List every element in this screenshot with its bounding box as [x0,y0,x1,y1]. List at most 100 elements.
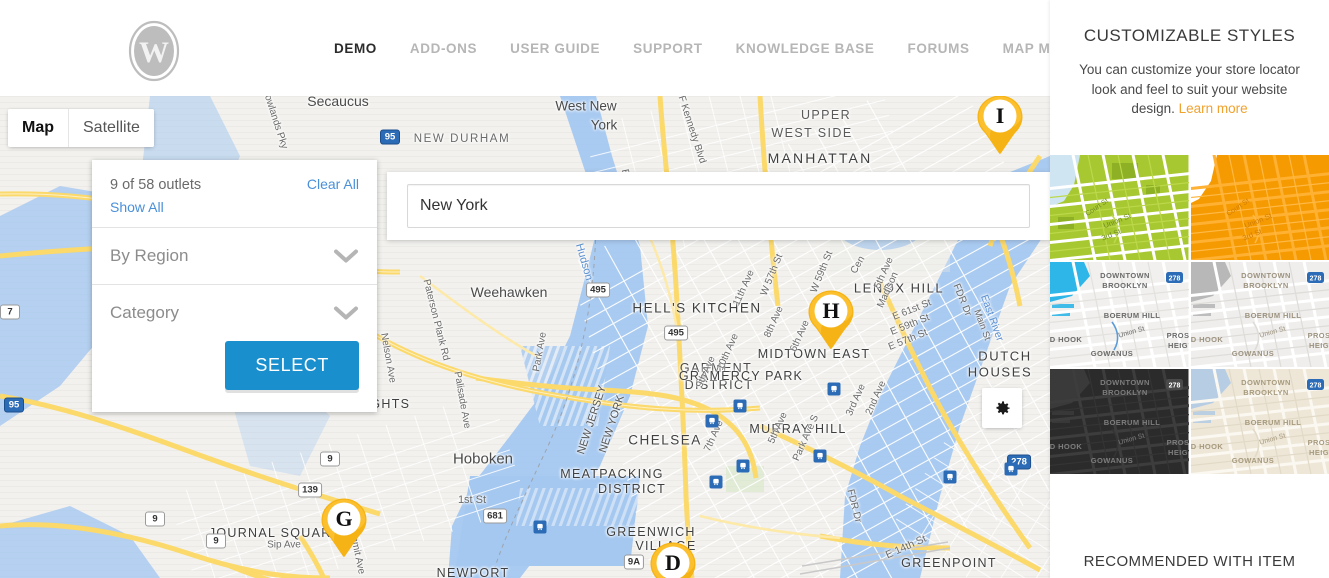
style-thumb-sepia[interactable]: DOWNTOWN BROOKLYN BOERUM HILL GOWANUS D HOOK… [1190,369,1329,474]
svg-text:BROOKLYN: BROOKLYN [1102,281,1147,290]
road-shield: 95 [380,129,400,145]
transit-station-icon [827,382,841,396]
promo-title: CUSTOMIZABLE STYLES [1083,26,1296,45]
road-shield: 9A [623,554,645,570]
show-all-link[interactable]: Show All [110,199,359,215]
map-marker-label: I [995,103,1005,128]
style-thumb-green[interactable]: Court St Union St 3rd St [1050,155,1189,260]
map-marker-i[interactable]: I [976,96,1024,156]
svg-text:PROS: PROS [1307,438,1329,447]
svg-text:BOERUM HILL: BOERUM HILL [1104,311,1160,320]
svg-text:PROS: PROS [1307,331,1329,340]
filter-section-category[interactable]: Category [92,284,377,341]
map-marker-h[interactable]: H [807,289,855,351]
site-logo[interactable]: W [128,20,182,86]
road-shield: 95 [4,397,24,413]
svg-text:DOWNTOWN: DOWNTOWN [1100,378,1150,387]
transit-station-icon [736,459,750,473]
svg-text:W: W [139,36,169,69]
svg-text:D HOOK: D HOOK [1191,442,1223,451]
chevron-down-icon [334,306,358,320]
svg-text:BROOKLYN: BROOKLYN [1243,281,1288,290]
transit-station-icon [709,475,723,489]
transit-station-icon [533,520,547,534]
map-marker-label: G [335,506,353,531]
svg-text:HEIG: HEIG [1309,341,1329,350]
filter-section-label: By Region [110,246,189,265]
svg-text:HEIG: HEIG [1168,341,1188,350]
side-promo-panel: CUSTOMIZABLE STYLES You can customize yo… [1050,0,1329,578]
map-marker-label: D [665,550,681,575]
map-settings-button[interactable] [982,388,1022,428]
svg-text:BROOKLYN: BROOKLYN [1243,388,1288,397]
style-thumb-light[interactable]: DOWNTOWN BROOKLYN BOERUM HILL GOWANUS D HOOK… [1050,262,1189,367]
site-header: W DEMO ADD-ONS USER GUIDE SUPPORT KNOWLEDGE … [0,0,1081,96]
svg-text:278: 278 [1169,383,1181,390]
transit-station-icon [813,449,827,463]
svg-text:BOERUM HILL: BOERUM HILL [1244,418,1300,427]
nav-item-forums[interactable]: FORUMS [908,41,1003,56]
svg-text:278: 278 [1309,276,1321,283]
map-type-control[interactable]: Map Satellite [8,109,154,147]
transit-station-icon [1004,462,1018,476]
svg-text:D HOOK: D HOOK [1050,335,1082,344]
outlet-count-label: 9 of 58 outlets [110,177,202,193]
nav-item-user-guide[interactable]: USER GUIDE [510,41,633,56]
screen-root: Secaucus NEW DURHAM West New York UPPER WEST … [0,0,1329,578]
nav-item-demo[interactable]: DEMO [334,41,410,56]
svg-text:278: 278 [1169,276,1181,283]
svg-text:D HOOK: D HOOK [1191,335,1223,344]
nav-item-add-ons[interactable]: ADD-ONS [410,41,510,56]
svg-text:BROOKLYN: BROOKLYN [1102,388,1147,397]
transit-station-icon [943,470,957,484]
recommended-title: RECOMMENDED WITH ITEM [1083,553,1296,570]
map-marker-d[interactable]: D [649,541,697,578]
nav-item-knowledge-base[interactable]: KNOWLEDGE BASE [736,41,908,56]
gear-icon [995,400,1010,414]
svg-text:GOWANUS: GOWANUS [1091,349,1133,358]
nav-item-support[interactable]: SUPPORT [633,41,735,56]
filter-panel: 9 of 58 outlets Clear All Show All By Re… [92,160,377,412]
map-marker-g[interactable]: G [320,497,368,559]
learn-more-link[interactable]: Learn more [1179,101,1248,116]
svg-text:278: 278 [1309,383,1321,390]
transit-station-icon [705,414,719,428]
style-thumb-gray[interactable]: DOWNTOWN BROOKLYN BOERUM HILL GOWANUS D HOOK… [1190,262,1329,367]
chevron-down-icon [334,249,358,263]
svg-text:BOERUM HILL: BOERUM HILL [1244,311,1300,320]
map-marker-label: H [822,298,840,323]
clear-all-link[interactable]: Clear All [307,176,359,192]
road-shield: 681 [483,508,507,524]
svg-text:GOWANUS: GOWANUS [1091,456,1133,465]
road-shield: 495 [664,325,688,341]
svg-text:HEIG: HEIG [1168,448,1188,457]
style-thumb-dark[interactable]: DOWNTOWN BROOKLYN BOERUM HILL GOWANUS D HOOK… [1050,369,1189,474]
wordpress-logo-icon: W [128,20,180,82]
road-shield: 9 [320,451,340,467]
filter-panel-summary: 9 of 58 outlets Clear All Show All [92,160,377,227]
svg-text:D HOOK: D HOOK [1050,442,1082,451]
svg-text:PROS: PROS [1167,331,1189,340]
svg-text:GOWANUS: GOWANUS [1231,349,1273,358]
filter-section-by-region[interactable]: By Region [92,227,377,284]
style-thumbnail-grid[interactable]: Court St Union St 3rd St Court St Union St 3r… [1050,155,1329,474]
main-navigation[interactable]: DEMO ADD-ONS USER GUIDE SUPPORT KNOWLEDGE BA… [334,0,1114,96]
filter-panel-actions: SELECT [92,341,377,412]
map-type-button-map[interactable]: Map [8,109,68,147]
filter-section-label: Category [110,303,179,322]
map-type-button-satellite[interactable]: Satellite [68,109,154,147]
road-shield: 7 [0,304,20,320]
search-input[interactable] [407,184,1030,228]
road-shield: 9 [145,511,165,527]
svg-text:DOWNTOWN: DOWNTOWN [1100,271,1150,280]
svg-text:DOWNTOWN: DOWNTOWN [1241,271,1291,280]
select-button[interactable]: SELECT [225,341,359,390]
road-shield: 495 [586,282,610,298]
svg-text:PROS: PROS [1167,438,1189,447]
road-shield: 9 [206,533,226,549]
transit-station-icon [733,399,747,413]
svg-text:HEIG: HEIG [1309,448,1329,457]
svg-text:BOERUM HILL: BOERUM HILL [1104,418,1160,427]
style-thumb-orange[interactable]: Court St Union St 3rd St [1190,155,1329,260]
promo-description: You can customize your store locator loo… [1076,60,1303,119]
